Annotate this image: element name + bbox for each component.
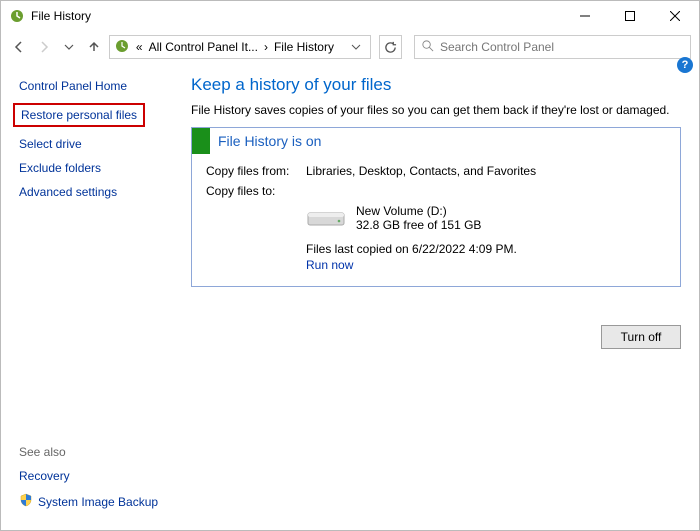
copy-from-label: Copy files from:	[206, 164, 306, 178]
maximize-button[interactable]	[607, 2, 652, 30]
recent-dropdown[interactable]	[59, 36, 80, 58]
sidebar-restore[interactable]: Restore personal files	[13, 103, 145, 127]
control-panel-icon	[114, 38, 130, 57]
refresh-button[interactable]	[379, 35, 402, 59]
panel-body: Copy files from: Libraries, Desktop, Con…	[192, 154, 680, 286]
minimize-button[interactable]	[562, 2, 607, 30]
sidebar-recovery[interactable]: Recovery	[19, 469, 179, 483]
main: ? Keep a history of your files File Hist…	[179, 63, 699, 530]
search-icon	[421, 39, 434, 55]
sidebar-home[interactable]: Control Panel Home	[19, 79, 179, 93]
panel-header: File History is on	[192, 128, 680, 154]
page-heading: Keep a history of your files	[191, 75, 681, 95]
breadcrumb-2[interactable]: File History	[274, 40, 334, 54]
chevron-right-icon: ›	[264, 40, 268, 54]
sidebar: Control Panel Home Restore personal file…	[1, 63, 179, 530]
sidebar-select-drive[interactable]: Select drive	[19, 137, 179, 151]
drive-space: 32.8 GB free of 151 GB	[356, 218, 481, 232]
see-also-label: See also	[19, 445, 179, 459]
address-row: « All Control Panel It... › File History…	[1, 31, 699, 63]
content: Control Panel Home Restore personal file…	[1, 63, 699, 530]
drive-icon	[306, 207, 346, 229]
copy-from-value: Libraries, Desktop, Contacts, and Favori…	[306, 164, 536, 178]
page-desc: File History saves copies of your files …	[191, 103, 681, 117]
status-panel: File History is on Copy files from: Libr…	[191, 127, 681, 287]
status-text: File History is on	[210, 133, 321, 149]
sidebar-item-label: System Image Backup	[38, 495, 158, 509]
address-bar[interactable]: « All Control Panel It... › File History	[109, 35, 371, 59]
copy-to-label: Copy files to:	[206, 184, 306, 198]
window-buttons	[562, 2, 697, 30]
window-title: File History	[31, 9, 562, 23]
up-button[interactable]	[84, 36, 105, 58]
drive-name: New Volume (D:)	[356, 204, 481, 218]
app-icon	[9, 8, 25, 24]
drive-info: New Volume (D:) 32.8 GB free of 151 GB	[306, 204, 666, 232]
back-button[interactable]	[9, 36, 30, 58]
sidebar-exclude[interactable]: Exclude folders	[19, 161, 179, 175]
forward-button[interactable]	[34, 36, 55, 58]
breadcrumb-1[interactable]: All Control Panel It...	[149, 40, 258, 54]
sidebar-advanced[interactable]: Advanced settings	[19, 185, 179, 199]
help-icon[interactable]: ?	[677, 57, 693, 73]
shield-icon	[19, 493, 33, 510]
overflow-chevron[interactable]: «	[136, 40, 143, 54]
address-dropdown[interactable]	[346, 42, 366, 52]
turn-off-button[interactable]: Turn off	[601, 325, 681, 349]
run-now-link[interactable]: Run now	[306, 258, 666, 272]
search-input[interactable]: Search Control Panel	[414, 35, 691, 59]
sidebar-system-image-backup[interactable]: System Image Backup	[19, 493, 179, 510]
status-indicator	[192, 128, 210, 154]
search-placeholder: Search Control Panel	[440, 40, 554, 54]
close-button[interactable]	[652, 2, 697, 30]
titlebar: File History	[1, 1, 699, 31]
last-copied: Files last copied on 6/22/2022 4:09 PM.	[306, 242, 666, 256]
